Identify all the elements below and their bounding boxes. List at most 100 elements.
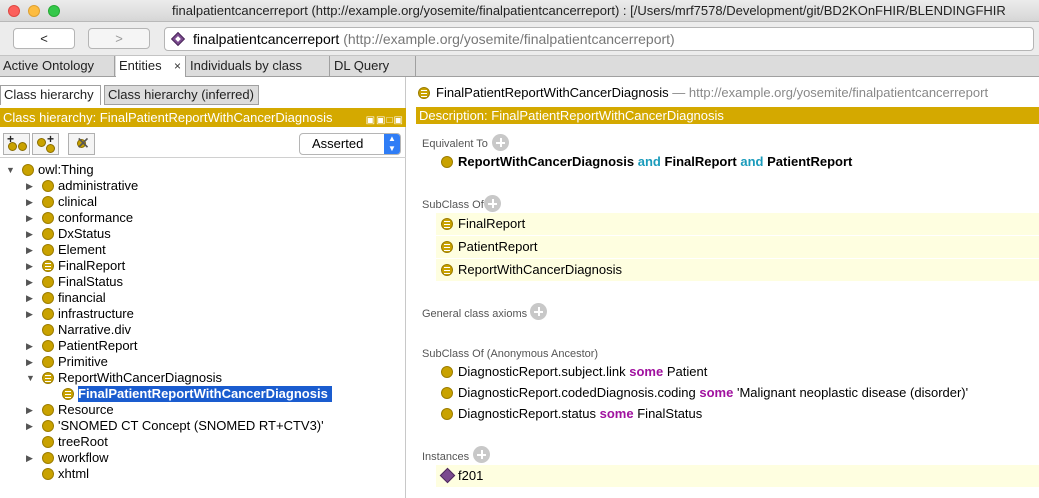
filler-class: FinalStatus [637, 406, 703, 421]
tree-node[interactable]: treeRoot [0, 434, 406, 450]
tree-node[interactable]: ▶ workflow [0, 450, 406, 466]
expand-triangle-icon[interactable]: ▶ [26, 194, 33, 210]
class-icon [42, 292, 54, 304]
some-keyword: some [629, 364, 664, 379]
tree-node[interactable]: xhtml [0, 466, 406, 482]
tree-node[interactable]: ▼ ReportWithCancerDiagnosis [0, 370, 406, 386]
class-icon [22, 164, 34, 176]
tree-node[interactable]: ▶ Primitive [0, 354, 406, 370]
tree-node-label: FinalStatus [58, 274, 124, 289]
forward-button[interactable]: > [88, 28, 150, 49]
tree-node[interactable]: ▶ clinical [0, 194, 406, 210]
class-icon [42, 452, 54, 464]
defined-class-icon [42, 372, 54, 384]
tab-entities[interactable]: Entities × [116, 56, 186, 77]
tree-node[interactable]: ▼ owl:Thing [0, 162, 406, 178]
tree-node[interactable]: ▶ conformance [0, 210, 406, 226]
expand-triangle-icon[interactable]: ▶ [26, 418, 33, 434]
class-icon [441, 366, 453, 378]
tree-node[interactable]: ▶ administrative [0, 178, 406, 194]
expand-triangle-icon[interactable]: ▶ [26, 258, 33, 274]
filler-class: 'Malignant neoplastic disease (disorder)… [736, 385, 969, 400]
class-name: FinalReport [664, 154, 737, 169]
anonymous-ancestor-row[interactable]: DiagnosticReport.codedDiagnosis.coding s… [436, 382, 1039, 404]
hierarchy-mode-select[interactable]: Asserted ▲ ▼ [299, 133, 401, 155]
tree-node[interactable]: ▶ FinalReport [0, 258, 406, 274]
expand-triangle-icon[interactable]: ▶ [26, 178, 33, 194]
ontology-icon [170, 31, 186, 47]
instance-row[interactable]: f201 [436, 465, 1039, 487]
superclass-row[interactable]: FinalReport [436, 213, 1039, 235]
superclass-row[interactable]: ReportWithCancerDiagnosis [436, 259, 1039, 281]
tree-node[interactable]: ▶ infrastructure [0, 306, 406, 322]
expand-triangle-icon[interactable]: ▶ [26, 402, 33, 418]
class-name: ReportWithCancerDiagnosis [458, 154, 635, 169]
tab-class-hierarchy-inferred[interactable]: Class hierarchy (inferred) [104, 85, 259, 105]
view-controls-icon[interactable]: ▣▣□▣ [366, 111, 404, 127]
expand-triangle-icon[interactable]: ▶ [26, 306, 33, 322]
superclass-name: PatientReport [458, 239, 538, 254]
tree-node-label: Element [58, 242, 106, 257]
tree-node[interactable]: ▶ PatientReport [0, 338, 406, 354]
add-equivalent-button[interactable] [492, 134, 509, 151]
tree-node[interactable]: ▶ FinalStatus [0, 274, 406, 290]
add-sibling-class-button[interactable]: + [32, 133, 59, 155]
ontology-url-field[interactable]: finalpatientcancerreport (http://example… [164, 27, 1034, 51]
expand-triangle-icon[interactable]: ▶ [26, 354, 33, 370]
hierarchy-toolbar: + + ✕ Asserted ▲ ▼ [0, 128, 406, 158]
tree-node-label: DxStatus [58, 226, 111, 241]
tab-dl-query[interactable]: DL Query [331, 56, 416, 77]
tree-node[interactable]: ▶ Resource [0, 402, 406, 418]
class-icon [42, 324, 54, 336]
tree-node[interactable]: ▶ 'SNOMED CT Concept (SNOMED RT+CTV3)' [0, 418, 406, 434]
minimize-window-button[interactable] [28, 5, 40, 17]
defined-class-icon [441, 241, 453, 253]
expand-triangle-icon[interactable]: ▶ [26, 338, 33, 354]
expand-triangle-icon[interactable]: ▶ [26, 290, 33, 306]
add-general-class-axiom-button[interactable] [530, 303, 547, 320]
class-icon [42, 276, 54, 288]
navigation-bar: < > finalpatientcancerreport (http://exa… [0, 22, 1039, 56]
anonymous-ancestor-row[interactable]: DiagnosticReport.status some FinalStatus [436, 403, 1039, 425]
close-tab-icon[interactable]: × [174, 56, 181, 76]
expand-triangle-icon[interactable]: ▶ [26, 226, 33, 242]
add-instance-button[interactable] [473, 446, 490, 463]
add-superclass-button[interactable] [484, 195, 501, 212]
superclass-name: ReportWithCancerDiagnosis [458, 262, 623, 277]
tab-active-ontology[interactable]: Active Ontology [0, 56, 115, 77]
tree-node[interactable]: Narrative.div [0, 322, 406, 338]
delete-class-button[interactable]: ✕ [68, 133, 95, 155]
equivalent-to-label: Equivalent To [422, 138, 488, 150]
superclass-row[interactable]: PatientReport [436, 236, 1039, 258]
tree-node[interactable]: FinalPatientReportWithCancerDiagnosis [0, 386, 406, 402]
expand-triangle-icon[interactable]: ▶ [26, 210, 33, 226]
add-subclass-button[interactable]: + [3, 133, 30, 155]
back-button[interactable]: < [13, 28, 75, 49]
expand-triangle-icon[interactable]: ▶ [26, 274, 33, 290]
tree-node-label: infrastructure [58, 306, 134, 321]
close-window-button[interactable] [8, 5, 20, 17]
entity-uri: — http://example.org/yosemite/finalpatie… [672, 85, 989, 100]
maximize-window-button[interactable] [48, 5, 60, 17]
tab-class-hierarchy[interactable]: Class hierarchy [0, 85, 101, 105]
individual-icon [439, 467, 456, 484]
tree-node[interactable]: ▶ financial [0, 290, 406, 306]
tab-label: Active Ontology [3, 58, 95, 73]
class-name: PatientReport [767, 154, 853, 169]
class-icon [42, 308, 54, 320]
expand-triangle-icon[interactable]: ▶ [26, 450, 33, 466]
expand-triangle-icon[interactable]: ▶ [26, 242, 33, 258]
tab-individuals-by-class[interactable]: Individuals by class [187, 56, 330, 77]
anonymous-ancestor-row[interactable]: DiagnosticReport.subject.link some Patie… [436, 361, 1039, 383]
class-icon [42, 468, 54, 480]
collapse-triangle-icon[interactable]: ▼ [6, 162, 15, 178]
chevron-updown-icon: ▲ ▼ [384, 134, 400, 154]
tree-node[interactable]: ▶ DxStatus [0, 226, 406, 242]
class-icon [441, 408, 453, 420]
tree-node-label: financial [58, 290, 106, 305]
equivalent-expression[interactable]: ReportWithCancerDiagnosis and FinalRepor… [436, 151, 1039, 173]
tree-node-label: Narrative.div [58, 322, 131, 337]
delete-icon: ✕ [76, 134, 91, 153]
collapse-triangle-icon[interactable]: ▼ [26, 370, 35, 386]
tree-node[interactable]: ▶ Element [0, 242, 406, 258]
